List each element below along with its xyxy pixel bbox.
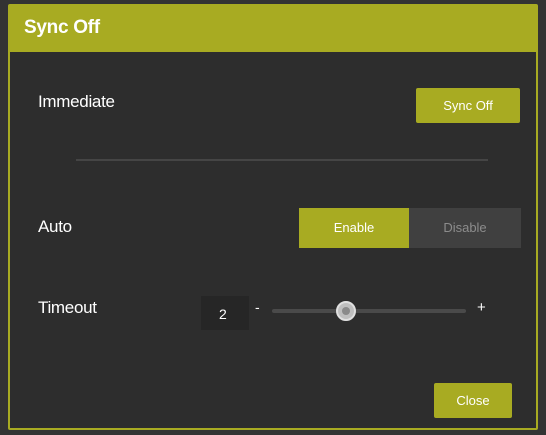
timeout-label: Timeout [38,298,97,317]
dialog-titlebar: Sync Off [10,6,536,52]
auto-label: Auto [38,217,72,236]
section-divider [76,159,488,161]
sync-off-button[interactable]: Sync Off [416,88,520,123]
disable-toggle-button[interactable]: Disable [409,208,521,248]
timeout-slider-track[interactable] [272,309,466,313]
sync-off-dialog: Sync Off Immediate Sync Off Auto Enable … [8,4,538,430]
close-button[interactable]: Close [434,383,512,418]
timeout-slider-thumb[interactable] [335,301,356,321]
timeout-value-field[interactable]: 2 [201,296,249,330]
immediate-label: Immediate [38,92,115,111]
auto-toggle-group: Enable Disable [299,208,521,248]
timeout-decrement[interactable]: - [255,299,260,315]
timeout-increment[interactable]: + [477,299,486,316]
enable-toggle-button[interactable]: Enable [299,208,409,248]
dialog-title: Sync Off [24,17,100,38]
